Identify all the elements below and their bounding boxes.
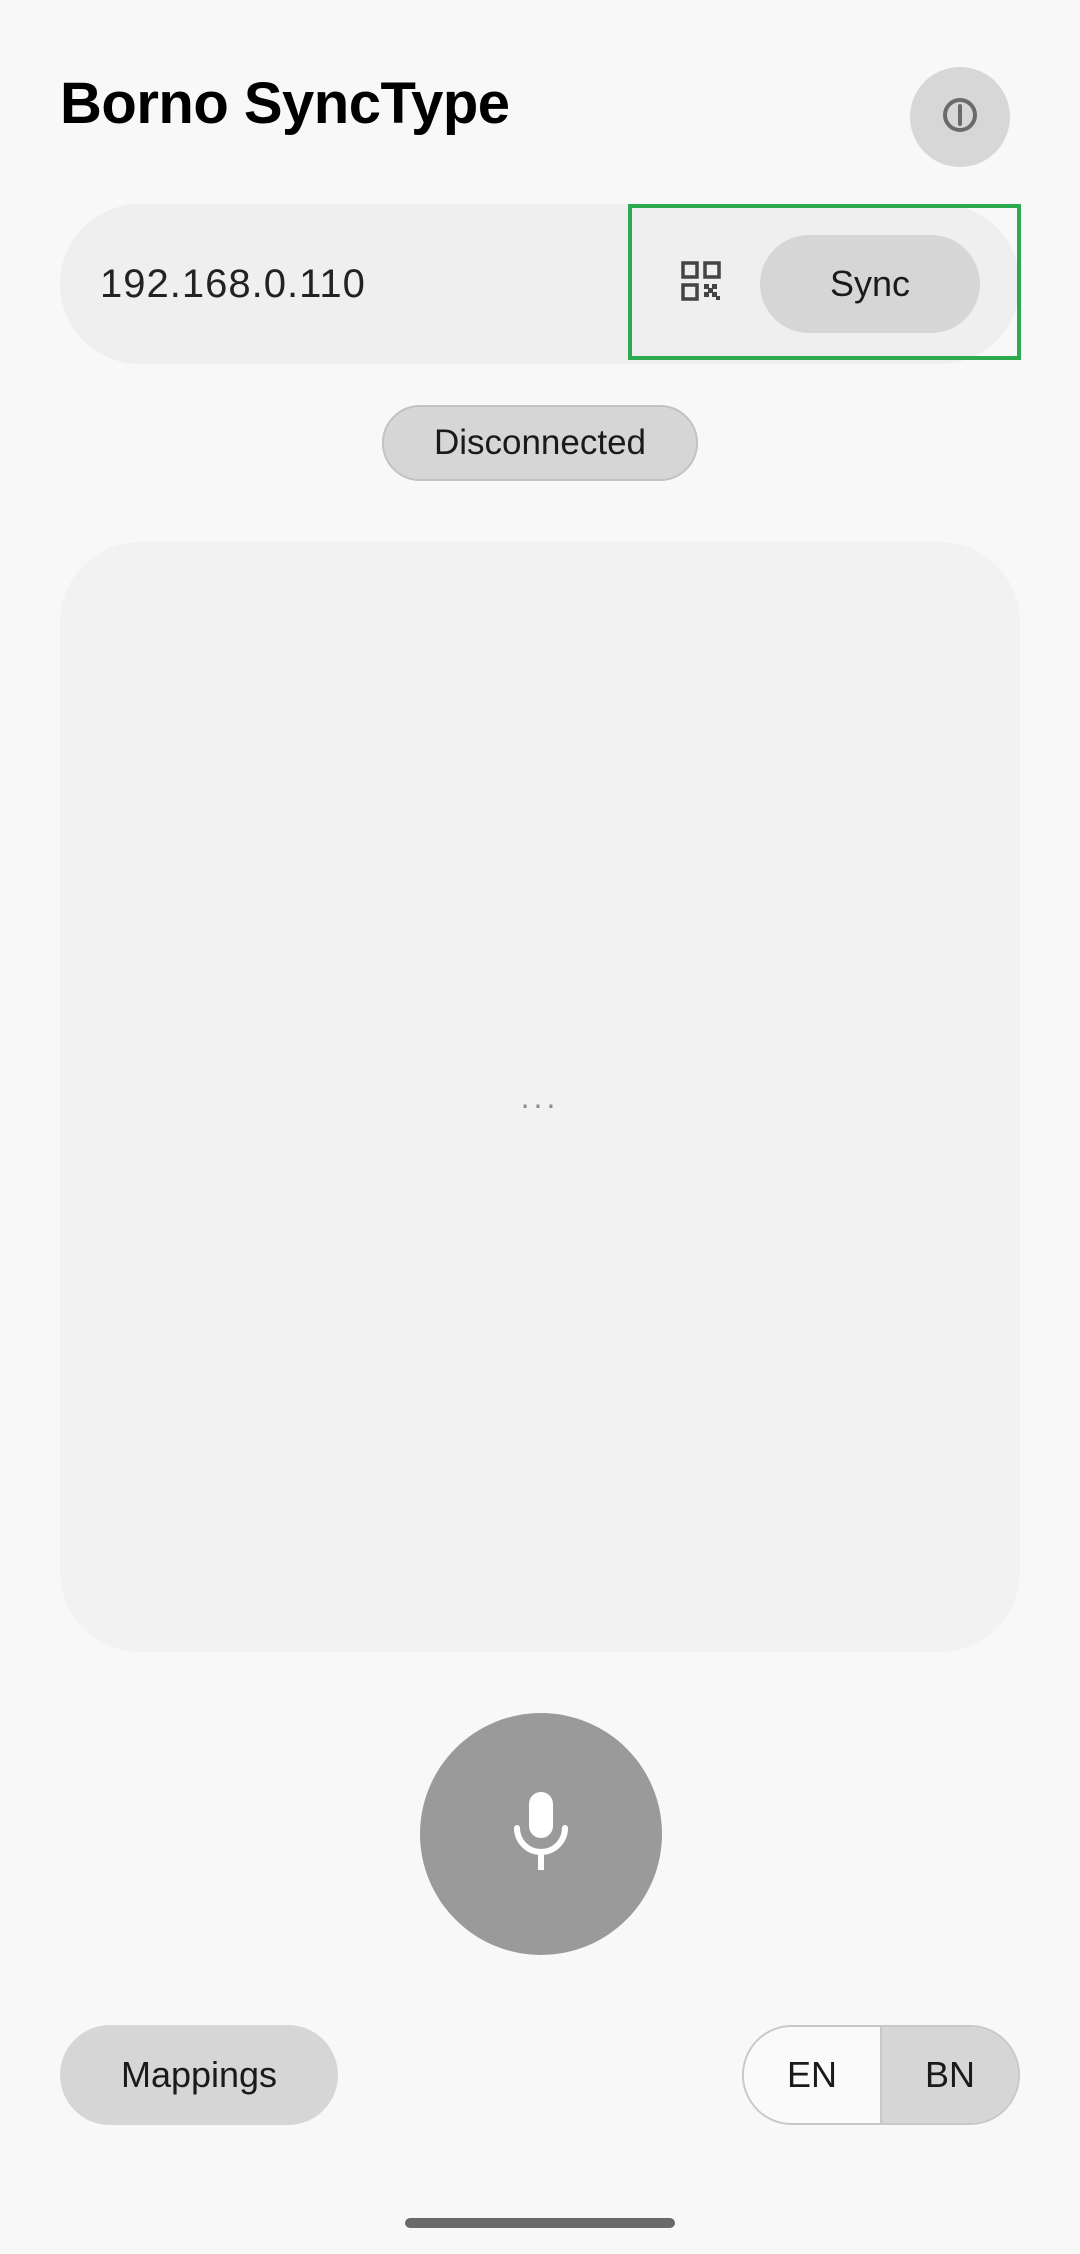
power-icon [940, 95, 980, 140]
app-title: Borno SyncType [60, 71, 510, 136]
lang-option-bn[interactable]: BN [882, 2027, 1018, 2123]
mic-button[interactable] [420, 1713, 662, 1955]
qr-code-icon [681, 260, 721, 306]
power-button[interactable] [910, 67, 1010, 167]
transcript-panel: ... [60, 542, 1020, 1652]
language-toggle: EN BN [742, 2025, 1020, 2125]
mappings-button[interactable]: Mappings [60, 2025, 338, 2125]
connection-status-badge: Disconnected [382, 405, 698, 481]
sync-button[interactable]: Sync [760, 235, 980, 333]
qr-scan-button[interactable] [670, 252, 732, 314]
microphone-icon [509, 1790, 573, 1879]
home-indicator[interactable] [405, 2218, 675, 2228]
lang-option-en[interactable]: EN [744, 2027, 882, 2123]
main-screen: Borno SyncType 192.168.0.110 Sync Discon… [0, 0, 1080, 2254]
transcript-placeholder: ... [520, 1078, 560, 1115]
ip-address-input[interactable]: 192.168.0.110 [100, 204, 366, 364]
